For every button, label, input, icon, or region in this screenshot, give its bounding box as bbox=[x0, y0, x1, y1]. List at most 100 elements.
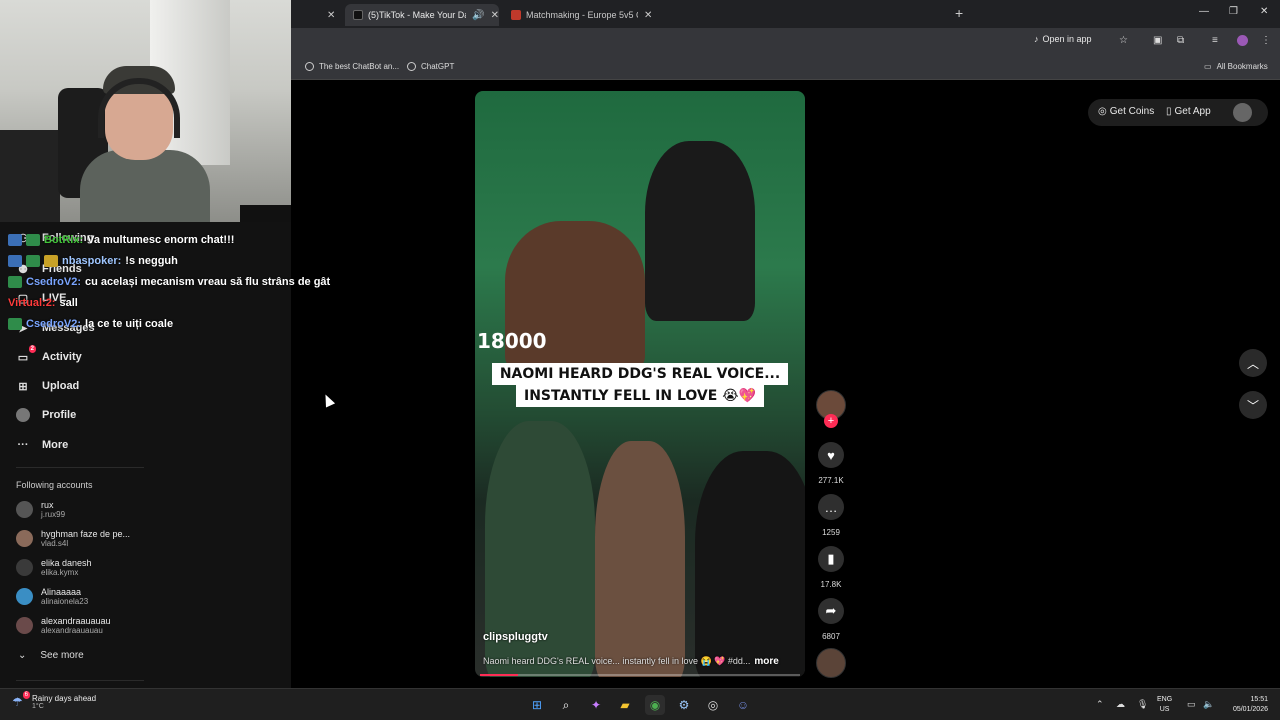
media-icon[interactable]: ≡ bbox=[1212, 35, 1218, 46]
account-handle: vlad.s4l bbox=[41, 539, 69, 548]
minimize-icon[interactable]: — bbox=[1199, 6, 1209, 17]
onedrive-icon[interactable]: ☁ bbox=[1116, 699, 1125, 710]
file-explorer-icon[interactable]: ▰ bbox=[615, 695, 635, 715]
video-progress-bar[interactable] bbox=[480, 674, 800, 676]
puzzle-icon[interactable]: ⧉ bbox=[1177, 35, 1184, 46]
tab-title: Matchmaking - Europe 5v5 Qu bbox=[526, 10, 638, 20]
avatar bbox=[16, 559, 33, 576]
avatar bbox=[16, 530, 33, 547]
chat-username: Virtual:2: bbox=[8, 296, 56, 309]
copilot-icon[interactable]: ✦ bbox=[586, 695, 606, 715]
video-caption: NAOMI HEARD DDG'S REAL VOICE... INSTANTL… bbox=[475, 363, 805, 407]
speaker-icon[interactable]: 🔊 bbox=[472, 10, 484, 21]
badge-icon bbox=[8, 233, 22, 246]
video-player[interactable]: 18000 NAOMI HEARD DDG'S REAL VOICE... IN… bbox=[475, 91, 805, 677]
steam-icon[interactable]: ⚙ bbox=[674, 695, 694, 715]
next-video-chevron-down-icon[interactable]: ﹀ bbox=[1239, 391, 1267, 419]
tab-title: (5)TikTok - Make Your Day bbox=[368, 10, 467, 20]
start-icon[interactable]: ⊞ bbox=[527, 695, 547, 715]
get-app-button[interactable]: ▯ Get App bbox=[1166, 106, 1211, 117]
sidebar-item-more[interactable]: ··· More bbox=[16, 438, 69, 452]
tab-previous-close[interactable]: ✕ bbox=[321, 4, 335, 26]
profile-avatar[interactable] bbox=[1233, 103, 1252, 122]
chat-message: CsedroV2: la ce te uiți coale bbox=[8, 313, 330, 334]
account-handle: j.rux99 bbox=[41, 510, 66, 519]
sidebar-item-profile[interactable]: Profile bbox=[16, 408, 76, 422]
language-indicator[interactable]: ENG US bbox=[1157, 695, 1172, 715]
get-app-label: Get App bbox=[1174, 106, 1211, 117]
close-icon[interactable]: ✕ bbox=[644, 10, 652, 21]
network-icon[interactable]: ▭ bbox=[1187, 699, 1196, 710]
weather-widget[interactable]: ☂ 6 Rainy days ahead 1°C bbox=[12, 691, 96, 710]
bookmark-icon[interactable]: ▮ bbox=[818, 546, 844, 572]
restore-icon[interactable]: ❐ bbox=[1229, 6, 1238, 17]
save-count: 17.8K bbox=[820, 580, 842, 589]
more-link[interactable]: more bbox=[754, 656, 778, 667]
account-item[interactable]: elika danesh elika.kymx bbox=[16, 558, 92, 577]
extension-icon[interactable]: ▣ bbox=[1153, 35, 1162, 46]
tray-chevron-up-icon[interactable]: ⌃ bbox=[1096, 699, 1104, 710]
divider bbox=[16, 680, 144, 681]
bookmark-chatbot[interactable]: The best ChatBot an... bbox=[305, 62, 399, 71]
close-icon[interactable]: ✕ bbox=[491, 10, 499, 21]
chat-message: Virtual:2: sall bbox=[8, 292, 330, 313]
tiktok-icon bbox=[353, 10, 363, 20]
like-heart-icon[interactable]: ♥ bbox=[818, 442, 844, 468]
chat-username: CsedroV2: bbox=[26, 317, 82, 330]
sidebar-item-upload[interactable]: ⊞ Upload bbox=[16, 379, 79, 393]
clock[interactable]: 15:51 05/01/2026 bbox=[1220, 695, 1268, 715]
tiktok-icon: ♪ bbox=[1034, 34, 1039, 44]
follow-plus-icon[interactable]: + bbox=[824, 414, 838, 428]
account-name: rux bbox=[41, 500, 54, 510]
chat-text: cu același mecanism vreau să flu strâns … bbox=[85, 275, 331, 288]
game-launcher-icon[interactable]: ◎ bbox=[703, 695, 723, 715]
sound-disc-avatar[interactable] bbox=[816, 648, 846, 678]
caption-line-2: INSTANTLY FELL IN LOVE 😭💖 bbox=[516, 385, 764, 407]
game-icon bbox=[511, 10, 521, 20]
video-description: Naomi heard DDG's REAL voice... instantl… bbox=[483, 656, 779, 667]
window-close-icon[interactable]: ✕ bbox=[1260, 6, 1268, 17]
get-coins-button[interactable]: ◎ Get Coins bbox=[1098, 106, 1154, 117]
profile-avatar[interactable] bbox=[1237, 35, 1248, 46]
bookmark-chatgpt[interactable]: ChatGPT bbox=[407, 62, 454, 71]
stream-chat-overlay: BotRix: Va multumesc enorm chat!!! nbasp… bbox=[8, 229, 330, 334]
bookmark-label: The best ChatBot an... bbox=[319, 62, 400, 71]
video-author[interactable]: clipspluggtv bbox=[483, 631, 548, 643]
account-item[interactable]: hyghman faze de pe... vlad.s4l bbox=[16, 529, 130, 548]
open-in-app-button[interactable]: ♪ Open in app bbox=[1034, 34, 1092, 44]
badge-icon bbox=[26, 233, 40, 246]
share-icon[interactable]: ➦ bbox=[818, 598, 844, 624]
account-name: Alinaaaaa bbox=[41, 587, 82, 597]
weather-temp: 1°C bbox=[32, 703, 44, 710]
see-more-button[interactable]: ⌄ See more bbox=[18, 650, 84, 661]
account-item[interactable]: alexandraauauau alexandraauauau bbox=[16, 616, 111, 635]
sidebar-item-activity[interactable]: ▭ 2 Activity bbox=[16, 345, 82, 364]
previous-video-chevron-up-icon[interactable]: ︿ bbox=[1239, 349, 1267, 377]
tab-tiktok[interactable]: (5)TikTok - Make Your Day 🔊 ✕ bbox=[345, 4, 499, 26]
new-tab-icon[interactable]: + bbox=[955, 5, 963, 21]
video-person bbox=[595, 441, 685, 677]
volume-icon[interactable]: 🔈 bbox=[1203, 699, 1214, 710]
account-handle: elika.kymx bbox=[41, 568, 79, 577]
chat-text: la ce te uiți coale bbox=[85, 317, 174, 330]
description-text: Naomi heard DDG's REAL voice... instantl… bbox=[483, 656, 751, 666]
search-icon[interactable]: ⌕ bbox=[556, 695, 576, 715]
discord-icon[interactable]: ☺ bbox=[733, 695, 753, 715]
close-icon[interactable]: ✕ bbox=[327, 10, 335, 21]
star-icon[interactable]: ☆ bbox=[1119, 35, 1128, 46]
account-handle: alinaionela23 bbox=[41, 597, 89, 606]
bookmarks-bar: The best ChatBot an... ChatGPT ▭ All Boo… bbox=[291, 56, 1280, 80]
weather-icon: ☂ 6 bbox=[12, 691, 30, 709]
comment-icon[interactable]: … bbox=[818, 494, 844, 520]
account-item[interactable]: Alinaaaaa alinaionela23 bbox=[16, 587, 88, 606]
caption-line-1: NAOMI HEARD DDG'S REAL VOICE... bbox=[491, 363, 789, 385]
menu-icon[interactable]: ⋮ bbox=[1261, 35, 1271, 46]
upload-icon: ⊞ bbox=[18, 380, 28, 393]
tab-matchmaking[interactable]: Matchmaking - Europe 5v5 Qu ✕ bbox=[503, 4, 653, 26]
microphone-icon[interactable]: 🎙 bbox=[1137, 699, 1148, 710]
badge-icon bbox=[8, 254, 22, 267]
account-item[interactable]: rux j.rux99 bbox=[16, 500, 65, 519]
chrome-icon[interactable]: ◉ bbox=[645, 695, 665, 715]
activity-icon: ▭ 2 bbox=[17, 345, 36, 364]
all-bookmarks[interactable]: ▭ All Bookmarks bbox=[1204, 62, 1268, 71]
